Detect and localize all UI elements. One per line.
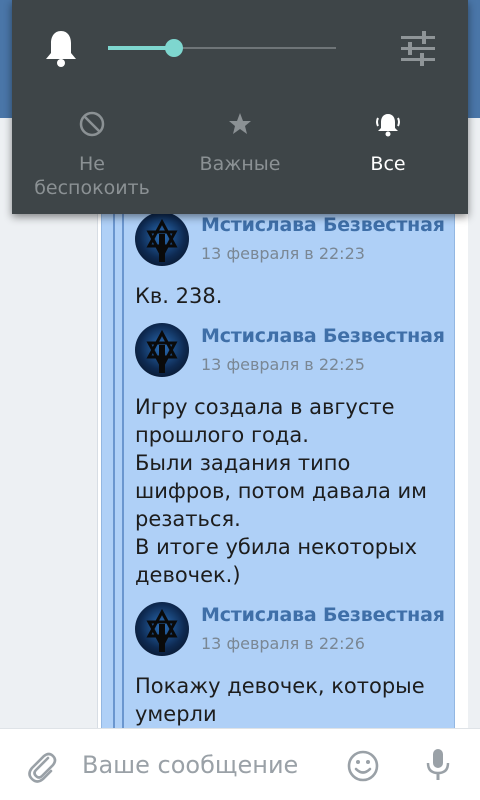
- sliders-icon[interactable]: [398, 28, 438, 68]
- volume-slider[interactable]: [108, 36, 336, 60]
- author-name[interactable]: Мстислава Безвестная: [201, 214, 445, 236]
- ringing-bell-icon: [376, 114, 400, 137]
- avatar[interactable]: [135, 602, 189, 656]
- message-input-bar: [0, 728, 480, 800]
- bell-icon[interactable]: [43, 28, 79, 68]
- screen: Мстислава Безвестная 13 февраля в 22:23 …: [0, 0, 480, 800]
- mode-important[interactable]: Важные: [170, 110, 310, 176]
- avatar[interactable]: [135, 212, 189, 266]
- slider-thumb[interactable]: [165, 39, 183, 57]
- message-date: 13 февраля в 22:25: [201, 355, 365, 374]
- avatar[interactable]: [135, 323, 189, 377]
- do-not-disturb-icon: [79, 111, 105, 137]
- message-text: Кв. 238.: [135, 284, 223, 308]
- avatar-image: [146, 218, 178, 262]
- author-name[interactable]: Мстислава Безвестная: [201, 604, 445, 626]
- message-date: 13 февраля в 22:26: [201, 634, 365, 653]
- mode-label: Все: [370, 153, 406, 175]
- notification-panel: Не беспокоить Важные Все: [12, 0, 468, 214]
- message-text: Покажу девочек, которые умерли: [135, 674, 425, 726]
- author-name[interactable]: Мстислава Безвестная: [201, 325, 445, 347]
- paperclip-icon[interactable]: [24, 749, 60, 785]
- mode-label: Важные: [199, 153, 281, 175]
- avatar-image: [146, 329, 178, 373]
- smile-icon[interactable]: [346, 749, 380, 783]
- avatar-image: [146, 608, 178, 652]
- mode-all[interactable]: Все: [318, 110, 458, 176]
- message-text: Игру создала в августе прошлого года. Бы…: [135, 395, 427, 587]
- message-date: 13 февраля в 22:23: [201, 244, 365, 263]
- message-input[interactable]: [82, 745, 332, 785]
- mode-do-not-disturb[interactable]: Не беспокоить: [22, 110, 162, 200]
- star-icon: [229, 113, 251, 134]
- mode-label: Не беспокоить: [34, 153, 150, 199]
- microphone-icon[interactable]: [424, 747, 452, 783]
